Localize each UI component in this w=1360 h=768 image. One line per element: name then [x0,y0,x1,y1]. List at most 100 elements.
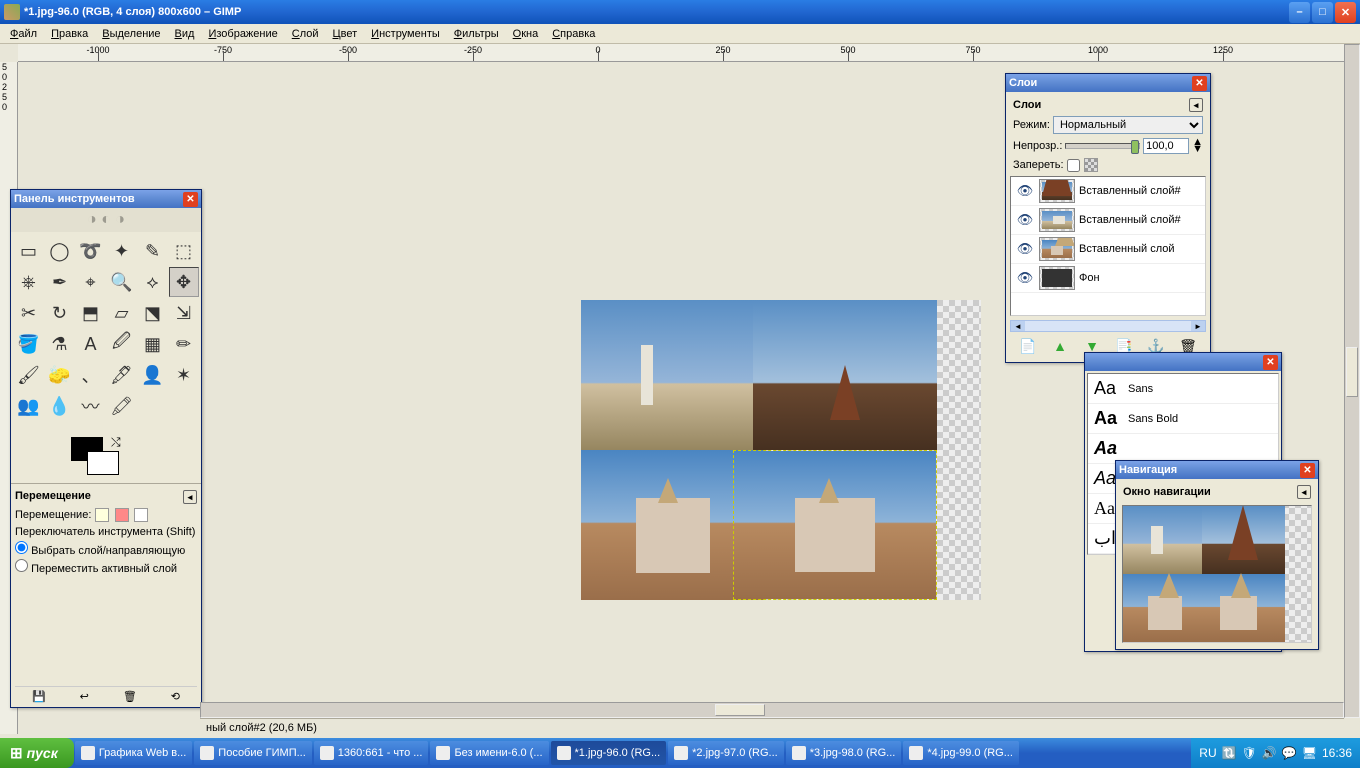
tool-8[interactable]: ⌖ [76,267,106,297]
menu-выделение[interactable]: Выделение [96,26,166,42]
taskbar-item[interactable]: Пособие ГИМП... [194,741,311,765]
taskbar-item[interactable]: Без имени-6.0 (... [430,741,548,765]
navigation-close-icon[interactable]: ✕ [1300,463,1315,478]
start-button[interactable]: пуск [0,738,74,768]
tool-opt-save-icon[interactable]: 💾 [32,690,46,703]
tray-icon[interactable]: 🔃 [1222,746,1237,760]
tool-33[interactable]: 🖍 [107,391,137,421]
menu-вид[interactable]: Вид [169,26,201,42]
color-swatches[interactable]: ⤭ [71,429,201,479]
menu-слой[interactable]: Слой [286,26,325,42]
tool-5[interactable]: ⬚ [169,236,199,266]
tray-icon[interactable]: 🔊 [1262,746,1277,760]
move-path-icon[interactable] [134,508,148,522]
tool-options-chevron-icon[interactable]: ◂ [183,490,197,504]
tool-16[interactable]: ⬔ [138,298,168,328]
navigation-panel[interactable]: Навигация ✕ Окно навигации ◂ [1115,460,1319,650]
lock-alpha-icon[interactable] [1084,158,1098,172]
horizontal-scrollbar[interactable] [200,702,1344,718]
radio-move-active[interactable]: Переместить активный слой [15,558,197,576]
tool-30[interactable]: 👥 [14,391,44,421]
tool-29[interactable]: ✶ [169,360,199,390]
tool-28[interactable]: 👤 [138,360,168,390]
taskbar-item[interactable]: *3.jpg-98.0 (RG... [786,741,902,765]
layer-row[interactable]: 👁Вставленный слой# [1011,177,1205,206]
tool-15[interactable]: ▱ [107,298,137,328]
tool-17[interactable]: ⇲ [169,298,199,328]
scroll-right-icon[interactable]: ► [1191,321,1205,331]
maximize-button[interactable]: □ [1312,2,1333,23]
tool-opt-reset-icon[interactable]: ⟲ [171,690,180,703]
tool-opt-delete-icon[interactable]: 🗑 [123,690,137,703]
fonts-title[interactable] [1088,356,1263,368]
image-canvas[interactable] [581,300,981,600]
background-color[interactable] [87,451,119,475]
tool-24[interactable]: 🖌 [14,360,44,390]
menu-фильтры[interactable]: Фильтры [448,26,505,42]
menu-изображение[interactable]: Изображение [202,26,283,42]
tool-23[interactable]: ✏ [169,329,199,359]
scroll-left-icon[interactable]: ◄ [1011,321,1025,331]
close-button[interactable]: ✕ [1335,2,1356,23]
tool-22[interactable]: ▦ [138,329,168,359]
tool-25[interactable]: 🧽 [45,360,75,390]
visibility-icon[interactable]: 👁 [1015,212,1035,228]
tool-2[interactable]: ➰ [76,236,106,266]
font-item[interactable]: AaSans [1088,374,1278,404]
taskbar-item[interactable]: *4.jpg-99.0 (RG... [903,741,1019,765]
taskbar-item[interactable]: *2.jpg-97.0 (RG... [668,741,784,765]
tool-12[interactable]: ✂ [14,298,44,328]
menu-правка[interactable]: Правка [45,26,94,42]
layers-close-icon[interactable]: ✕ [1192,76,1207,91]
tool-14[interactable]: ⬒ [76,298,106,328]
tool-20[interactable]: A [76,329,106,359]
new-layer-icon[interactable]: 📄 [1018,336,1038,356]
layer-list[interactable]: 👁Вставленный слой#👁Вставленный слой#👁Вст… [1010,176,1206,316]
tool-32[interactable]: 〰 [76,391,106,421]
layer-row[interactable]: 👁Фон [1011,264,1205,293]
tool-18[interactable]: 🪣 [14,329,44,359]
tray-icon[interactable]: 💬 [1282,746,1297,760]
font-item[interactable]: AaSans Bold [1088,404,1278,434]
radio-select-layer[interactable]: Выбрать слой/направляющую [15,540,197,558]
tool-10[interactable]: ⟡ [138,267,168,297]
tool-7[interactable]: ✒ [45,267,75,297]
lock-pixels-checkbox[interactable] [1067,159,1080,172]
swap-colors-icon[interactable]: ⤭ [111,435,121,450]
fonts-close-icon[interactable]: ✕ [1263,355,1278,370]
menu-справка[interactable]: Справка [546,26,601,42]
opacity-slider[interactable] [1065,143,1140,149]
tool-27[interactable]: 🖋 [107,360,137,390]
move-selection-icon[interactable] [115,508,129,522]
menu-инструменты[interactable]: Инструменты [365,26,446,42]
vertical-scrollbar[interactable] [1344,44,1360,718]
tool-3[interactable]: ✦ [107,236,137,266]
tool-26[interactable]: 、 [76,360,106,390]
tray-icon[interactable]: 🖥 [1302,746,1317,760]
tool-13[interactable]: ↻ [45,298,75,328]
navigation-menu-icon[interactable]: ◂ [1297,485,1311,499]
tool-19[interactable]: ⚗ [45,329,75,359]
language-indicator[interactable]: RU [1199,746,1216,760]
tool-21[interactable]: 🖉 [107,329,137,359]
mode-select[interactable]: Нормальный [1053,116,1203,134]
tool-opt-revert-icon[interactable]: ↩ [80,690,89,703]
move-layer-icon[interactable] [95,508,109,522]
minimize-button[interactable]: – [1289,2,1310,23]
tool-4[interactable]: ✎ [138,236,168,266]
menu-файл[interactable]: Файл [4,26,43,42]
opacity-down-icon[interactable]: ▼ [1192,146,1203,153]
layer-hscroll[interactable]: ◄ ► [1010,320,1206,332]
visibility-icon[interactable]: 👁 [1015,270,1035,286]
taskbar-item[interactable]: 1360:661 - что ... [314,741,429,765]
tool-0[interactable]: ▭ [14,236,44,266]
layers-menu-icon[interactable]: ◂ [1189,98,1203,112]
selection-marquee[interactable] [733,450,937,600]
system-tray[interactable]: RU 🔃 🛡 🔊 💬 🖥 16:36 [1191,738,1360,768]
tool-31[interactable]: 💧 [45,391,75,421]
tray-icon[interactable]: 🛡 [1242,746,1257,760]
tool-6[interactable]: ⎈ [14,267,44,297]
layer-row[interactable]: 👁Вставленный слой [1011,235,1205,264]
tool-9[interactable]: 🔍 [107,267,137,297]
opacity-field[interactable] [1143,138,1189,154]
